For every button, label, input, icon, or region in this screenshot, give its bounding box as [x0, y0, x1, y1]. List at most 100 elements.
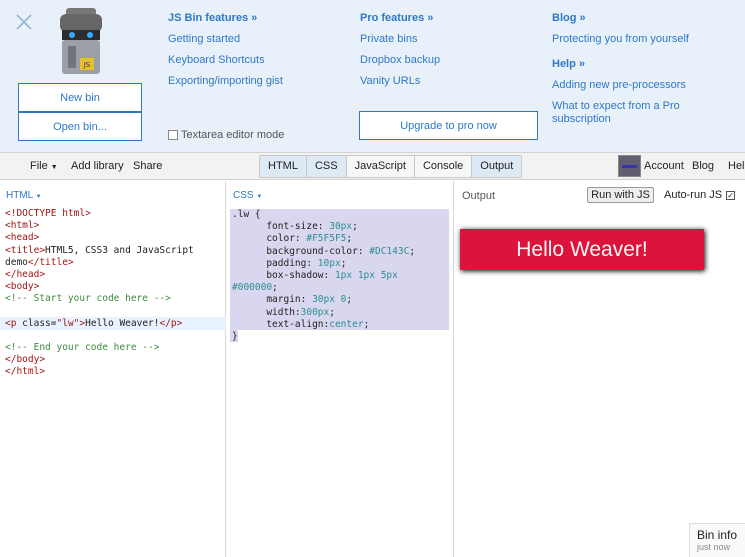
control-panel: JS New bin Open bin... JS Bin features »…	[0, 0, 745, 152]
blog-help-column: Blog » Protecting you from yourself Help…	[552, 12, 722, 135]
code-token: </p>	[159, 317, 183, 329]
help-link[interactable]: Help	[728, 160, 745, 172]
jsbin-logo-icon: JS	[60, 8, 102, 74]
code-token: <body>	[5, 281, 40, 293]
tab-output[interactable]: Output	[472, 156, 522, 177]
open-bin-button[interactable]: Open bin...	[18, 112, 142, 141]
link-blog-post[interactable]: Protecting you from yourself	[552, 33, 722, 45]
code-line[interactable]: <!-- End your code here -->	[5, 342, 194, 354]
code-line[interactable]: <body>	[5, 281, 194, 293]
code-line[interactable]: </html>	[5, 366, 194, 378]
code-line[interactable]: }	[232, 331, 415, 343]
code-line[interactable]: <!-- Start your code here -->	[5, 293, 194, 305]
link-dropbox-backup[interactable]: Dropbox backup	[360, 54, 440, 66]
link-getting-started[interactable]: Getting started	[168, 33, 283, 45]
blog-heading[interactable]: Blog »	[552, 12, 722, 24]
code-token: </head>	[5, 268, 46, 280]
textarea-mode-toggle[interactable]: Textarea editor mode	[168, 129, 284, 141]
code-line[interactable]: width:300px;	[232, 307, 415, 319]
code-token: text-align:	[232, 318, 330, 330]
html-pane-label[interactable]: HTML ▼	[6, 190, 42, 201]
code-token: .lw {	[232, 209, 261, 220]
close-icon[interactable]	[14, 12, 34, 32]
code-token: ;	[346, 294, 353, 306]
blog-link[interactable]: Blog	[692, 160, 714, 172]
code-token: 10px	[317, 257, 341, 269]
pro-heading[interactable]: Pro features »	[360, 12, 440, 24]
caret-down-icon: ▼	[35, 194, 42, 200]
code-line[interactable]: <p class="lw">Hello Weaver!</p>	[5, 318, 194, 330]
file-menu-label: File	[30, 160, 48, 172]
new-bin-button[interactable]: New bin	[18, 83, 142, 112]
code-line[interactable]: <title>HTML5, CSS3 and JavaScript	[5, 245, 194, 257]
code-line[interactable]: <!DOCTYPE html>	[5, 208, 194, 220]
code-token: <title>	[5, 244, 46, 256]
code-token: ;	[346, 233, 353, 245]
code-token: ;	[363, 318, 370, 330]
toolbar: File ▼ Add library Share HTML CSS JavaSc…	[0, 152, 745, 180]
code-line[interactable]: padding: 10px;	[232, 258, 415, 270]
tab-javascript[interactable]: JavaScript	[347, 156, 415, 177]
code-line[interactable]: <head>	[5, 232, 194, 244]
code-token: <!-- Start your code here -->	[5, 293, 171, 305]
link-preprocessors[interactable]: Adding new pre-processors	[552, 79, 722, 91]
code-line[interactable]: box-shadow: 1px 1px 5px	[232, 270, 415, 282]
code-token: 30px	[329, 221, 353, 233]
tab-console[interactable]: Console	[415, 156, 473, 177]
file-menu[interactable]: File ▼	[30, 160, 58, 172]
textarea-mode-checkbox[interactable]	[168, 130, 178, 140]
code-line[interactable]: </body>	[5, 354, 194, 366]
code-line[interactable]	[5, 330, 194, 342]
code-line[interactable]: color: #F5F5F5;	[232, 233, 415, 245]
tab-html[interactable]: HTML	[260, 156, 307, 177]
code-line[interactable]: .lw {	[232, 209, 415, 221]
avatar[interactable]	[618, 155, 641, 177]
run-with-js-button[interactable]: Run with JS	[587, 187, 654, 203]
share-button[interactable]: Share	[133, 160, 162, 172]
code-token: 30px 0	[312, 294, 347, 306]
code-token: 300px	[300, 306, 330, 318]
link-pro-subscription[interactable]: What to expect from a Pro subscription	[552, 100, 722, 126]
html-pane[interactable]: HTML ▼ <!DOCTYPE html> <html> <head> <title…	[0, 181, 226, 557]
code-line[interactable]: <html>	[5, 220, 194, 232]
code-token: ;	[409, 245, 416, 257]
link-vanity-urls[interactable]: Vanity URLs	[360, 75, 440, 87]
code-line[interactable]: margin: 30px 0;	[232, 294, 415, 306]
code-token: #000000	[232, 282, 273, 294]
css-editor[interactable]: .lw { font-size: 30px; color: #F5F5F5; b…	[232, 209, 415, 343]
code-line[interactable]	[5, 306, 194, 318]
upgrade-pro-button[interactable]: Upgrade to pro now	[359, 111, 538, 140]
auto-run-js-checkbox[interactable]: ✓	[726, 190, 736, 200]
code-token: <!-- End your code here -->	[5, 342, 160, 354]
code-token: demo	[5, 256, 28, 268]
features-heading[interactable]: JS Bin features »	[168, 12, 283, 24]
code-token: </title>	[27, 256, 74, 268]
code-line[interactable]: font-size: 30px;	[232, 221, 415, 233]
auto-run-js-toggle[interactable]: Auto-run JS ✓	[664, 189, 736, 201]
code-line[interactable]: demo</title>	[5, 257, 194, 269]
code-token: #F5F5F5	[306, 233, 347, 245]
bin-info-subtitle: just now	[697, 542, 731, 552]
link-keyboard-shortcuts[interactable]: Keyboard Shortcuts	[168, 54, 283, 66]
code-token: background-color:	[232, 245, 370, 257]
code-line[interactable]: background-color: #DC143C;	[232, 246, 415, 258]
code-token: "lw"	[56, 317, 80, 329]
add-library-button[interactable]: Add library	[71, 160, 124, 172]
tab-css[interactable]: CSS	[306, 156, 347, 177]
link-export-gist[interactable]: Exporting/importing gist	[168, 75, 283, 87]
bin-info[interactable]: Bin info just now	[689, 523, 745, 557]
code-token: </html>	[5, 366, 46, 378]
code-line[interactable]: text-align:center;	[232, 319, 415, 331]
code-line[interactable]: #000000;	[232, 282, 415, 294]
link-private-bins[interactable]: Private bins	[360, 33, 440, 45]
css-pane-label[interactable]: CSS ▼	[233, 190, 262, 201]
code-token: font-size:	[232, 221, 330, 233]
svg-text:JS: JS	[83, 61, 91, 69]
code-line[interactable]: </head>	[5, 269, 194, 281]
account-link[interactable]: Account	[644, 160, 684, 172]
code-token: margin:	[232, 294, 313, 306]
html-editor[interactable]: <!DOCTYPE html> <html> <head> <title>HTML5,…	[5, 208, 194, 379]
help-heading[interactable]: Help »	[552, 58, 722, 70]
css-pane[interactable]: CSS ▼ .lw { font-size: 30px; color: #F5F…	[227, 181, 454, 557]
code-token: }	[232, 330, 238, 342]
